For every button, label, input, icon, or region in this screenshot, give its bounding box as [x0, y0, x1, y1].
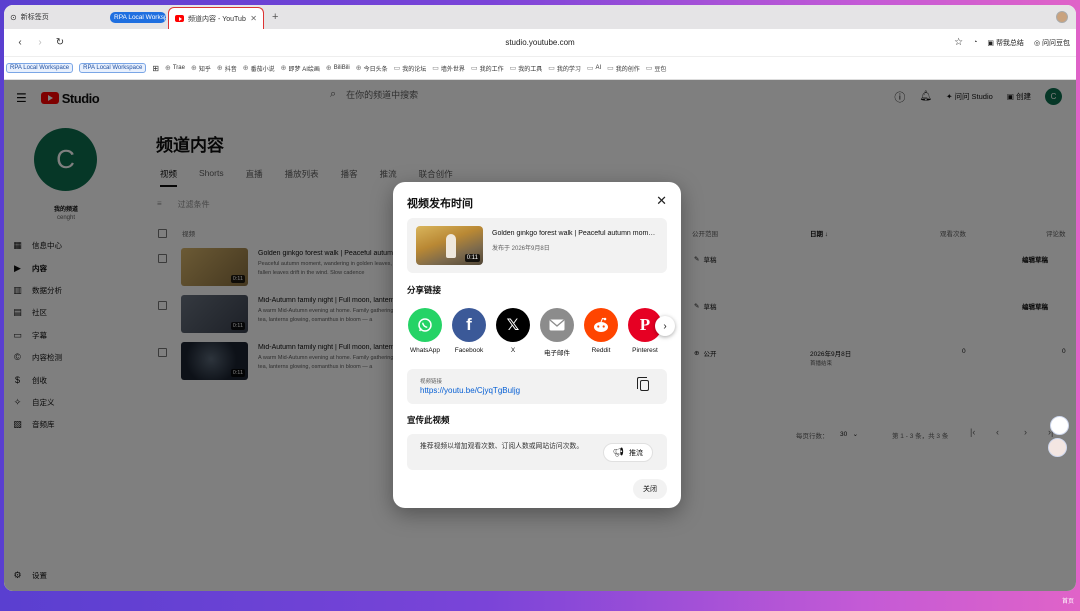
folder-icon: ▭ — [586, 65, 594, 72]
bookmark-item[interactable]: ⊕ 即梦 AI绘画 — [281, 64, 320, 73]
megaphone-icon: 📢︎ — [612, 447, 624, 457]
globe-icon: ⊕ — [242, 65, 249, 72]
video-published-date: 发布于 2026年9月8日 — [492, 246, 550, 252]
video-link-box: 视频链接 https://youtu.be/CjyqTgBuljg — [407, 369, 667, 404]
reddit-icon — [584, 308, 618, 342]
share-heading: 分享链接 — [407, 285, 442, 295]
bookmarks-bar: RPA Local Workspace RPA Local Workspace … — [4, 57, 1076, 80]
mail-icon — [540, 308, 574, 342]
globe-icon: ⊕ — [280, 65, 287, 72]
bookmark-chip[interactable]: RPA Local Workspace — [6, 63, 74, 73]
bookmark-item[interactable]: ⊕ BiliBili — [326, 64, 350, 72]
tab-bar: ⊙ 新标签页 RPA Local Workspace 频道内容 - YouTub… — [4, 5, 1076, 29]
video-link-label: 视频链接 — [420, 379, 443, 385]
bookmark-folder[interactable]: ▭ 我的工具 — [510, 64, 543, 73]
promote-heading: 宣传此视频 — [407, 415, 450, 425]
promote-box: 推荐视频以增加观看次数、订阅人数或网站访问次数。 📢︎ 推流 — [407, 434, 667, 470]
share-email-button[interactable]: 电子邮件 — [539, 308, 575, 357]
video-title: Golden ginkgo forest walk | Peaceful aut… — [492, 230, 658, 237]
x-icon: 𝕏 — [496, 308, 530, 342]
folder-icon: ▭ — [393, 65, 401, 72]
folder-icon: ▭ — [548, 65, 555, 72]
folder-icon: ▭ — [432, 65, 439, 72]
ask-doubao-button[interactable]: ◎ 问问豆包 — [1034, 38, 1070, 48]
apps-grid-icon[interactable]: ⊞ — [152, 64, 159, 73]
share-x-button[interactable]: 𝕏 X — [495, 308, 531, 357]
tab-new[interactable]: ⊙ 新标签页 — [4, 7, 108, 27]
tab-youtube-studio[interactable]: 频道内容 - YouTube Studio ✕ — [168, 7, 264, 29]
bookmark-chip[interactable]: RPA Local Workspace — [79, 63, 147, 73]
whatsapp-icon — [408, 308, 442, 342]
dialog-title: 视频发布时间 — [407, 198, 473, 210]
chevron-right-icon: › — [663, 320, 667, 332]
video-thumbnail: 0:11 — [416, 226, 483, 265]
bookmark-item[interactable]: ⊕ 抖音 — [217, 64, 237, 73]
globe-icon: ⊕ — [325, 65, 332, 72]
folder-icon: ▭ — [607, 65, 614, 72]
close-tab-icon[interactable]: ✕ — [250, 14, 257, 23]
promote-button[interactable]: 📢︎ 推流 — [602, 443, 653, 462]
share-targets: WhatsApp f Facebook 𝕏 X 电子邮件 Reddit P Pi… — [407, 308, 663, 357]
desktop-corner-label: 首页 — [1061, 599, 1074, 605]
facebook-icon: f — [452, 308, 486, 342]
summarize-button[interactable]: ▣ 帮我总结 — [987, 38, 1024, 48]
folder-icon: ▭ — [470, 65, 478, 72]
share-dialog: 视频发布时间 ✕ 0:11 Golden ginkgo forest walk … — [393, 182, 681, 508]
close-icon[interactable]: ✕ — [656, 193, 667, 209]
url-field[interactable]: studio.youtube.com — [4, 38, 1076, 47]
globe-icon: ⊕ — [164, 65, 171, 72]
copy-icon[interactable] — [637, 377, 649, 391]
globe-icon: ⊕ — [216, 65, 223, 72]
youtube-favicon-icon — [175, 15, 184, 22]
extension-icon[interactable]: ◔ — [973, 39, 977, 46]
star-icon[interactable]: ☆ — [954, 37, 963, 48]
bookmark-item[interactable]: ⊕ Trae — [165, 64, 185, 72]
reload-icon[interactable]: ↻ — [50, 37, 70, 48]
share-facebook-button[interactable]: f Facebook — [451, 308, 487, 357]
share-whatsapp-button[interactable]: WhatsApp — [407, 308, 443, 357]
new-tab-icon: ⊙ — [10, 12, 17, 22]
new-tab-button[interactable]: + — [272, 11, 278, 23]
browser-profile-avatar[interactable] — [1056, 11, 1068, 23]
share-scroll-next-button[interactable]: › — [655, 316, 675, 336]
video-card: 0:11 Golden ginkgo forest walk | Peacefu… — [407, 218, 667, 273]
bookmark-folder[interactable]: ▭ 我的工作 — [471, 64, 504, 73]
bookmark-item[interactable]: ⊕ 今日头条 — [356, 64, 388, 73]
bookmark-folder[interactable]: ▭ 我的学习 — [548, 64, 581, 73]
bookmark-folder[interactable]: ▭ 我的论坛 — [394, 64, 427, 73]
bookmark-item[interactable]: ⊕ 番茄小说 — [243, 64, 275, 73]
video-link-url[interactable]: https://youtu.be/CjyqTgBuljg — [420, 386, 520, 395]
bookmark-folder[interactable]: ▭ 我的创作 — [607, 64, 640, 73]
floating-avatar-icon[interactable] — [1048, 438, 1067, 457]
forward-icon[interactable]: › — [30, 37, 50, 48]
back-icon[interactable]: ‹ — [10, 37, 30, 48]
tab-group-rpa[interactable]: RPA Local Workspace — [110, 11, 166, 23]
bookmark-folder[interactable]: ▭ AI — [587, 64, 601, 72]
close-button[interactable]: 关闭 — [633, 479, 667, 499]
bookmark-folder[interactable]: ▭ 墙外世界 — [432, 64, 465, 73]
floating-assistant-icon[interactable] — [1050, 416, 1069, 435]
share-reddit-button[interactable]: Reddit — [583, 308, 619, 357]
globe-icon: ⊕ — [190, 65, 197, 72]
folder-icon: ▭ — [509, 65, 517, 72]
bookmark-folder[interactable]: ▭ 豆包 — [646, 64, 667, 73]
folder-icon: ▭ — [645, 65, 653, 72]
bookmark-item[interactable]: ⊕ 知乎 — [191, 64, 211, 73]
address-bar: ‹ › ↻ studio.youtube.com ☆ ◔ ▣ 帮我总结 ◎ 问问… — [4, 29, 1076, 57]
globe-icon: ⊕ — [355, 65, 362, 72]
promote-text: 推荐视频以增加观看次数、订阅人数或网站访问次数。 — [420, 443, 584, 450]
